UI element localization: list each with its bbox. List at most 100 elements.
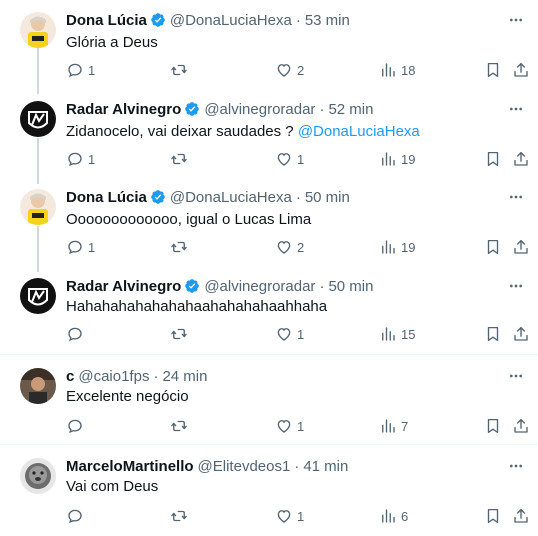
tweet[interactable]: Dona Lúcia @DonaLuciaHexa · 53 min Glóri… <box>0 10 538 90</box>
timestamp[interactable]: 24 min <box>162 368 207 385</box>
author-name[interactable]: Dona Lúcia <box>66 189 147 206</box>
author-handle[interactable]: @Elitevdeos1 <box>198 458 291 475</box>
retweet-button[interactable] <box>170 506 192 526</box>
share-button[interactable] <box>512 60 530 80</box>
mention-link[interactable]: @DonaLuciaHexa <box>298 123 420 140</box>
bookmark-icon <box>487 62 499 78</box>
views-button[interactable]: 18 <box>379 60 415 80</box>
bookmark-button[interactable] <box>484 416 502 436</box>
more-options-icon[interactable] <box>508 189 524 205</box>
tweet[interactable]: Radar Alvinegro @alvinegroradar · 52 min… <box>0 99 538 179</box>
share-icon <box>514 418 528 433</box>
avatar[interactable] <box>20 101 56 137</box>
analytics-icon <box>382 419 395 433</box>
avatar[interactable] <box>20 12 56 48</box>
more-options-icon[interactable] <box>508 368 524 384</box>
like-button[interactable]: 1 <box>275 324 304 344</box>
avatar[interactable] <box>20 368 56 404</box>
retweet-button[interactable] <box>170 324 192 344</box>
author-handle[interactable]: @caio1fps <box>78 368 149 385</box>
bookmark-icon <box>487 418 499 434</box>
share-icon <box>514 239 528 254</box>
heart-icon <box>277 420 291 433</box>
share-button[interactable] <box>512 149 530 169</box>
like-button[interactable]: 1 <box>275 149 304 169</box>
reply-button[interactable] <box>66 324 88 344</box>
reply-button[interactable] <box>66 416 88 436</box>
retweet-button[interactable] <box>170 149 192 169</box>
timestamp[interactable]: 50 min <box>305 189 350 206</box>
views-button[interactable]: 7 <box>379 416 408 436</box>
more-options-icon[interactable] <box>508 278 524 294</box>
retweet-button[interactable] <box>170 237 192 257</box>
separator-dot: · <box>295 11 301 29</box>
share-button[interactable] <box>512 237 530 257</box>
reply-button[interactable]: 1 <box>66 237 95 257</box>
avatar[interactable] <box>20 189 56 225</box>
reply-button[interactable] <box>66 506 88 526</box>
like-button[interactable]: 1 <box>275 416 304 436</box>
bookmark-icon <box>487 508 499 524</box>
separator-dot: · <box>319 277 325 295</box>
author-handle[interactable]: @DonaLuciaHexa <box>170 12 292 29</box>
more-options-icon[interactable] <box>508 458 524 474</box>
share-button[interactable] <box>512 416 530 436</box>
author-handle[interactable]: @alvinegroradar <box>204 278 315 295</box>
more-options-icon[interactable] <box>508 101 524 117</box>
share-icon <box>514 326 528 341</box>
avatar[interactable] <box>20 278 56 314</box>
tweet-text: Zidanocelo, vai deixar saudades ? @DonaL… <box>66 123 420 140</box>
retweet-button[interactable] <box>170 416 192 436</box>
reply-button[interactable]: 1 <box>66 149 95 169</box>
bookmark-button[interactable] <box>484 60 502 80</box>
verified-badge-icon <box>185 102 200 116</box>
like-button[interactable]: 2 <box>275 237 304 257</box>
author-name[interactable]: Dona Lúcia <box>66 12 147 29</box>
retweet-button[interactable] <box>170 60 192 80</box>
author-name[interactable]: Radar Alvinegro <box>66 101 181 118</box>
action-bar: 1 1 19 <box>0 149 538 169</box>
timestamp[interactable]: 53 min <box>305 12 350 29</box>
author-name[interactable]: c <box>66 368 74 385</box>
tweet[interactable]: Dona Lúcia @DonaLuciaHexa · 50 min Ooooo… <box>0 187 538 267</box>
heart-icon <box>277 64 291 77</box>
tweet[interactable]: Radar Alvinegro @alvinegroradar · 50 min… <box>0 276 538 348</box>
views-button[interactable]: 6 <box>379 506 408 526</box>
reply-icon <box>68 63 82 78</box>
like-button[interactable]: 2 <box>275 60 304 80</box>
bookmark-icon <box>487 239 499 255</box>
reply-button[interactable]: 1 <box>66 60 95 80</box>
share-icon <box>514 151 528 166</box>
author-name[interactable]: MarceloMartinello <box>66 458 194 475</box>
bookmark-button[interactable] <box>484 506 502 526</box>
timestamp[interactable]: 41 min <box>303 458 348 475</box>
tweet[interactable]: MarceloMartinello @Elitevdeos1 · 41 min … <box>0 456 538 530</box>
view-count: 6 <box>401 508 409 524</box>
verified-badge-icon <box>151 13 165 27</box>
bookmark-button[interactable] <box>484 324 502 344</box>
like-count: 2 <box>297 62 305 78</box>
heart-icon <box>277 510 291 523</box>
views-button[interactable]: 15 <box>379 324 415 344</box>
more-options-icon[interactable] <box>508 12 524 28</box>
share-button[interactable] <box>512 324 530 344</box>
author-handle[interactable]: @alvinegroradar <box>204 101 315 118</box>
view-count: 19 <box>401 151 416 167</box>
retweet-icon <box>171 420 187 432</box>
author-name[interactable]: Radar Alvinegro <box>66 278 181 295</box>
timestamp[interactable]: 52 min <box>328 101 373 118</box>
reply-icon <box>68 509 82 524</box>
avatar[interactable] <box>20 458 56 494</box>
like-button[interactable]: 1 <box>275 506 304 526</box>
timestamp[interactable]: 50 min <box>328 278 373 295</box>
views-button[interactable]: 19 <box>379 237 415 257</box>
bookmark-button[interactable] <box>484 237 502 257</box>
reply-icon <box>68 240 82 255</box>
tweet-text: Excelente negócio <box>66 388 189 405</box>
tweet[interactable]: c @caio1fps · 24 min Excelente negócio 1… <box>0 366 538 440</box>
share-button[interactable] <box>512 506 530 526</box>
bookmark-button[interactable] <box>484 149 502 169</box>
author-handle[interactable]: @DonaLuciaHexa <box>170 189 292 206</box>
views-button[interactable]: 19 <box>379 149 415 169</box>
retweet-icon <box>171 64 187 76</box>
